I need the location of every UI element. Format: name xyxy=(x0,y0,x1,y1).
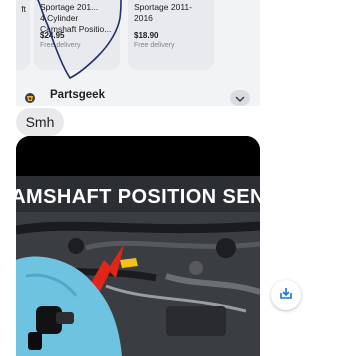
product-price: $18.90 xyxy=(134,31,159,40)
product-card[interactable]: Sportage 201... 4 Cylinder Camshaft Posi… xyxy=(34,0,120,70)
save-download-icon xyxy=(279,286,293,305)
video-caption: AMSHAFT POSITION SEN xyxy=(16,185,260,208)
chevron-down-icon xyxy=(235,89,245,106)
product-card[interactable]: Sportage 2011- 2016 $18.90 Free delivery xyxy=(128,0,214,70)
partsgeek-logo-icon xyxy=(24,91,36,103)
video-message[interactable]: AMSHAFT POSITION SEN xyxy=(16,136,260,356)
product-card-partial[interactable]: ft xyxy=(16,0,30,70)
source-name: Partsgeek xyxy=(50,89,105,101)
product-title: Sportage 2011- 2016 xyxy=(134,2,192,23)
engine-bay-thumbnail xyxy=(16,136,260,356)
expand-button[interactable] xyxy=(230,90,250,106)
product-title: ft xyxy=(21,4,26,14)
product-shipping: Free delivery xyxy=(134,42,175,49)
source-row[interactable]: Partsgeek xyxy=(16,88,260,106)
download-button[interactable] xyxy=(271,280,301,310)
product-shipping: Free delivery xyxy=(40,42,81,49)
shared-product-card[interactable]: ft Sportage 201... 4 Cylinder Camshaft P… xyxy=(16,0,260,106)
message-bubble[interactable]: Smh xyxy=(16,108,64,136)
message-text: Smh xyxy=(25,114,55,130)
product-price: $24.95 xyxy=(40,31,65,40)
